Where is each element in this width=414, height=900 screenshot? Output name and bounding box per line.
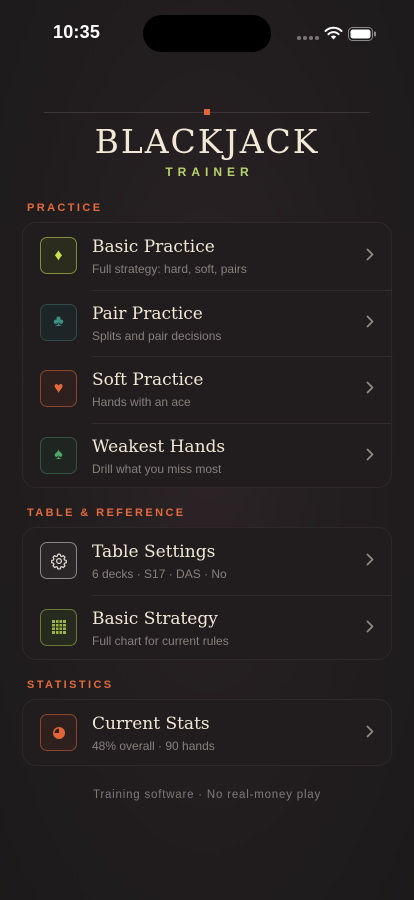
spade-icon: ♠ bbox=[40, 436, 77, 474]
practice-card: ♦ Basic Practice Full strategy: hard, so… bbox=[22, 222, 392, 488]
status-bar: 10:35 bbox=[0, 0, 414, 60]
table-reference-card: Table Settings 6 decks · S17 · DAS · No … bbox=[22, 527, 392, 660]
chevron-right-icon bbox=[366, 448, 374, 460]
menu-item-title: Soft Practice bbox=[92, 370, 204, 390]
menu-item-basic-practice[interactable]: ♦ Basic Practice Full strategy: hard, so… bbox=[23, 223, 391, 290]
footer-disclaimer: Training software · No real-money play bbox=[92, 789, 322, 801]
menu-item-subtitle: Full chart for current rules bbox=[92, 633, 229, 648]
app-subtitle: TRAINER bbox=[165, 165, 254, 179]
menu-item-subtitle: Splits and pair decisions bbox=[92, 328, 222, 343]
app-title: BLACKJACK bbox=[94, 122, 320, 161]
section-label-table-reference: TABLE & REFERENCE bbox=[27, 507, 186, 519]
menu-item-weakest-hands[interactable]: ♠ Weakest Hands Drill what you miss most bbox=[23, 422, 391, 488]
chevron-right-icon bbox=[366, 248, 374, 261]
pie-chart-icon bbox=[40, 714, 77, 751]
gear-icon bbox=[40, 542, 77, 579]
dynamic-island bbox=[143, 15, 271, 52]
chevron-right-icon bbox=[366, 725, 374, 738]
wifi-icon bbox=[324, 26, 343, 40]
menu-item-title: Table Settings bbox=[92, 542, 216, 562]
heart-icon: ♥ bbox=[40, 370, 77, 407]
menu-item-subtitle: 6 decks · S17 · DAS · No bbox=[92, 567, 227, 581]
section-label-practice: PRACTICE bbox=[27, 202, 103, 214]
diamond-icon: ♦ bbox=[40, 237, 77, 274]
menu-item-current-stats[interactable]: Current Stats 48% overall · 90 hands bbox=[23, 700, 391, 765]
menu-item-table-settings[interactable]: Table Settings 6 decks · S17 · DAS · No bbox=[23, 528, 391, 595]
battery-icon bbox=[348, 27, 376, 41]
menu-item-title: Current Stats bbox=[92, 714, 210, 734]
chevron-right-icon bbox=[366, 553, 374, 566]
brand-accent-dot bbox=[204, 109, 210, 115]
menu-item-subtitle: Drill what you miss most bbox=[92, 461, 222, 476]
chevron-right-icon bbox=[366, 381, 374, 394]
chevron-right-icon bbox=[366, 315, 374, 327]
menu-item-title: Basic Practice bbox=[92, 237, 215, 257]
cellular-signal-icon bbox=[297, 36, 319, 40]
chevron-right-icon bbox=[366, 620, 374, 632]
menu-item-basic-strategy[interactable]: Basic Strategy Full chart for current ru… bbox=[23, 594, 391, 660]
menu-item-title: Weakest Hands bbox=[92, 436, 226, 457]
club-icon: ♣ bbox=[40, 303, 77, 341]
grid-icon bbox=[40, 608, 77, 646]
menu-item-subtitle: Hands with an ace bbox=[92, 395, 191, 409]
menu-item-subtitle: 48% overall · 90 hands bbox=[92, 739, 215, 753]
statistics-card: Current Stats 48% overall · 90 hands bbox=[22, 699, 392, 766]
menu-item-title: Pair Practice bbox=[92, 303, 203, 324]
menu-item-title: Basic Strategy bbox=[92, 608, 218, 629]
menu-item-pair-practice[interactable]: ♣ Pair Practice Splits and pair decision… bbox=[23, 289, 391, 357]
section-label-statistics: STATISTICS bbox=[27, 679, 114, 691]
menu-item-subtitle: Full strategy: hard, soft, pairs bbox=[92, 262, 247, 276]
status-time: 10:35 bbox=[53, 22, 101, 42]
menu-item-soft-practice[interactable]: ♥ Soft Practice Hands with an ace bbox=[23, 356, 391, 423]
